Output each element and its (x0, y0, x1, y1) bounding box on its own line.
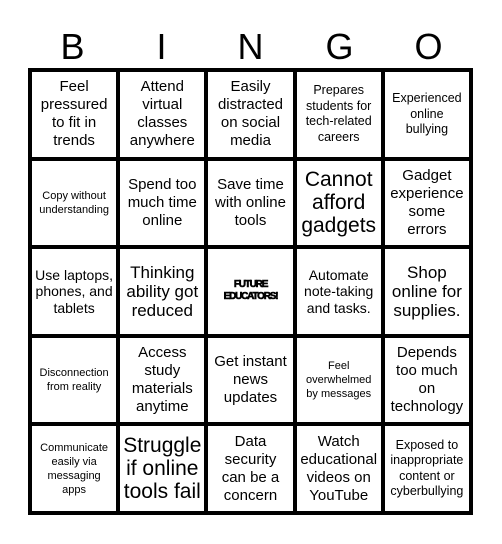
cell-text: Get instant news updates (214, 353, 287, 407)
bingo-cell[interactable]: Spend too much time online (120, 160, 205, 246)
bingo-grid: Feel pressured to fit in trends Attend v… (28, 68, 473, 515)
bingo-cell[interactable]: Copy without understanding (32, 160, 117, 246)
cell-text: Copy without understanding (39, 189, 109, 216)
cell-text: Shop online for supplies. (391, 262, 462, 320)
cell-text: Access study materials anytime (131, 344, 193, 416)
header-letter-i: I (156, 26, 167, 67)
cell-text: Attend virtual classes anywhere (129, 78, 195, 150)
bingo-cell[interactable]: Attend virtual classes anywhere (120, 72, 205, 157)
cell-text: Use laptops, phones, and tablets (35, 266, 113, 316)
cell-text: Spend too much time online (127, 175, 197, 229)
header-letter-b: B (60, 26, 85, 67)
bingo-cell[interactable]: Get instant news updates (208, 337, 293, 423)
cell-text: Easily distracted on social media (217, 78, 284, 150)
cell-text: Data security can be a concern (221, 432, 280, 504)
cell-text: Cannot afford gadgets (301, 168, 377, 238)
bingo-cell[interactable]: Gadget experience some errors (384, 160, 469, 246)
header-letter-o: O (414, 26, 443, 67)
free-space-text: FUTURE EDUCATORS! (223, 279, 279, 303)
bingo-cell[interactable]: Shop online for supplies. (384, 249, 469, 334)
bingo-cell[interactable]: Struggle if online tools fail (120, 426, 205, 511)
cell-text: Prepares students for tech-related caree… (305, 83, 372, 144)
cell-text: Feel overwhelmed by messages (305, 360, 372, 401)
bingo-cell[interactable]: Exposed to inappropriate content or cybe… (384, 426, 469, 511)
bingo-cell[interactable]: Save time with online tools (208, 160, 293, 246)
cell-text: Struggle if online tools fail (123, 434, 202, 504)
header-letter-g: G (325, 26, 354, 67)
bingo-cell[interactable]: Use laptops, phones, and tablets (32, 249, 117, 334)
bingo-header: B I N G O (28, 26, 473, 68)
cell-text: Thinking ability got reduced (126, 262, 199, 320)
bingo-cell[interactable]: Automate note-taking and tasks. (296, 249, 381, 334)
bingo-cell[interactable]: Disconnection from reality (32, 337, 117, 423)
cell-text: Exposed to inappropriate content or cybe… (390, 437, 464, 499)
cell-text: Disconnection from reality (39, 367, 109, 394)
cell-text: Gadget experience some errors (390, 166, 464, 238)
bingo-cell[interactable]: Cannot afford gadgets (296, 160, 381, 246)
bingo-cell[interactable]: Easily distracted on social media (208, 72, 293, 157)
bingo-cell[interactable]: Communicate easily via messaging apps (32, 426, 117, 511)
cell-text: Save time with online tools (215, 175, 286, 229)
bingo-cell[interactable]: Access study materials anytime (120, 337, 205, 423)
cell-text: Communicate easily via messaging apps (40, 441, 109, 496)
cell-text: Depends too much on technology (390, 344, 464, 416)
bingo-cell[interactable]: Feel pressured to fit in trends (32, 72, 117, 157)
cell-text: Feel pressured to fit in trends (40, 78, 108, 150)
bingo-cell[interactable]: Depends too much on technology (384, 337, 469, 423)
bingo-cell[interactable]: Watch educational videos on YouTube (296, 426, 381, 511)
free-space-cell[interactable]: FUTURE EDUCATORS! (208, 249, 293, 334)
cell-text: Experienced online bullying (392, 91, 462, 137)
bingo-cell[interactable]: Data security can be a concern (208, 426, 293, 511)
bingo-cell[interactable]: Thinking ability got reduced (120, 249, 205, 334)
bingo-cell[interactable]: Experienced online bullying (384, 72, 469, 157)
cell-text: Watch educational videos on YouTube (300, 432, 378, 504)
bingo-cell[interactable]: Feel overwhelmed by messages (296, 337, 381, 423)
header-letter-n: N (237, 26, 264, 67)
bingo-cell[interactable]: Prepares students for tech-related caree… (296, 72, 381, 157)
cell-text: Automate note-taking and tasks. (304, 266, 374, 316)
